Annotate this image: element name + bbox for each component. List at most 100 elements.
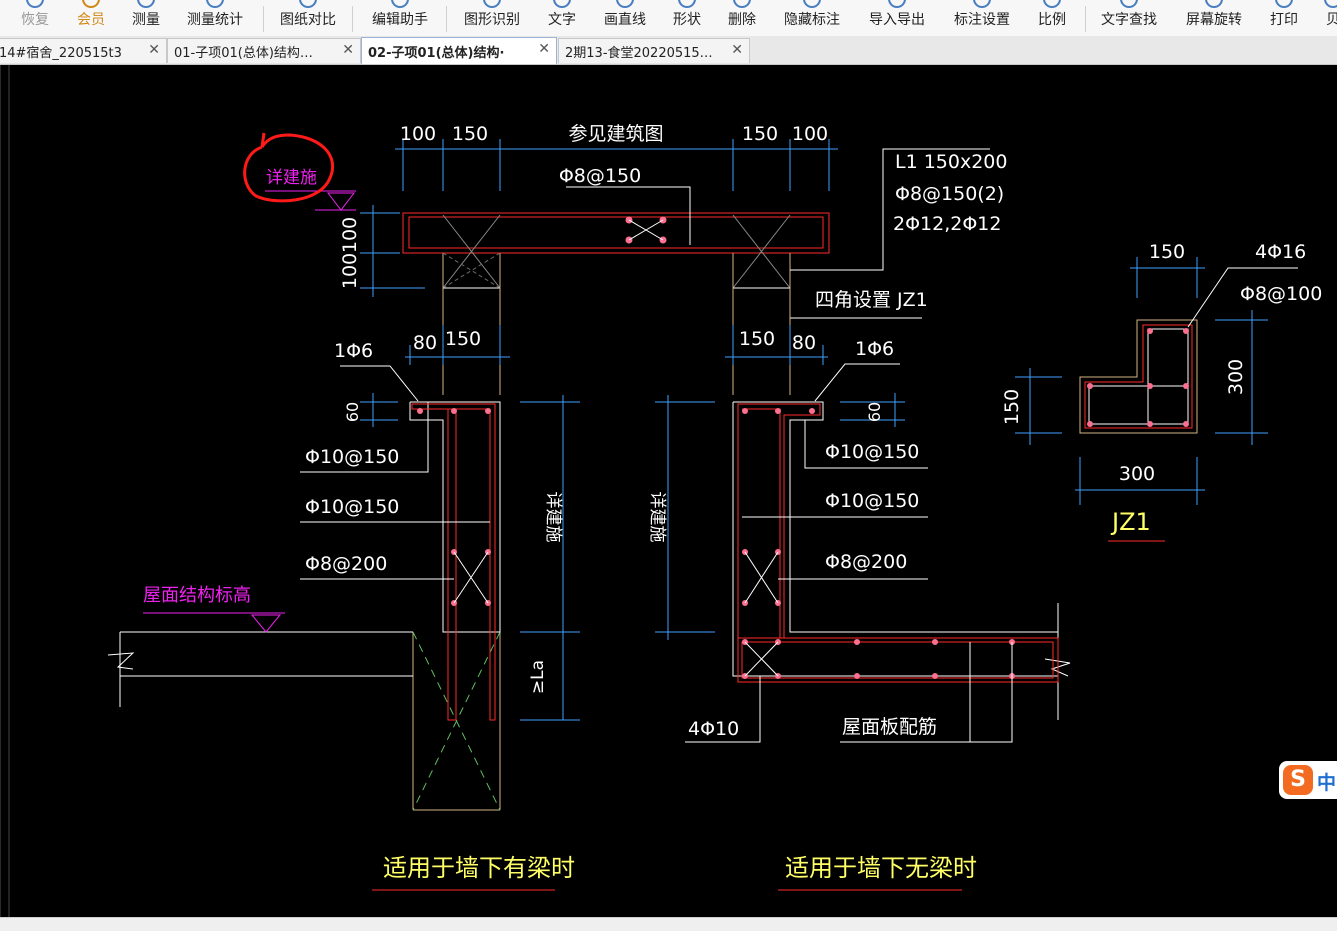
toolbar-button-label: 图纸对比: [280, 12, 336, 28]
drawing-canvas[interactable]: 100 150 参见建筑图 150 100 Φ8@150 L1 150x200 …: [0, 65, 1337, 917]
toolbar-separator: [352, 6, 353, 32]
redo-icon: [26, 0, 44, 8]
toolbar-button-import-export[interactable]: 导入导出: [861, 0, 933, 36]
toolbar-button-label: 文字: [548, 12, 576, 28]
document-tab-bar: 14#宿舍_220515t3 ✕ 01-子项01(总体)结构… ✕ 02-子项01(总体…: [0, 36, 1337, 65]
right-rebar-label-1: Φ10@150: [825, 441, 919, 463]
print-icon: [1275, 0, 1293, 8]
left-dim-100-upper: 100: [339, 217, 361, 253]
left-rebar-label-2: Φ10@150: [305, 496, 399, 518]
left-dim-100-lower: 100: [339, 253, 361, 289]
more-icon: [1324, 0, 1337, 8]
jz1-dim-bottom: 300: [1119, 463, 1155, 485]
top-dim-100-left: 100: [400, 123, 436, 145]
toolbar-button-measure[interactable]: 测量: [110, 0, 182, 36]
mid-dim-80-right: 80: [792, 332, 816, 354]
toolbar-button-compare[interactable]: 图纸对比: [272, 0, 344, 36]
toolbar-button-label: 编辑助手: [372, 12, 428, 28]
right-rebar-label-2: Φ10@150: [825, 490, 919, 512]
top-dim-150-right: 150: [742, 123, 778, 145]
toolbar-button-measure-stats[interactable]: 测量统计: [179, 0, 251, 36]
top-toolbar: 恢复 会员 测量 测量统计 图纸对比 编辑助手 图形识别 文字 画直线 形状 删除 隐藏标注 导入导出 标…: [0, 0, 1337, 37]
document-tab[interactable]: 14#宿舍_220515t3 ✕: [0, 38, 167, 63]
document-tab[interactable]: 01-子项01(总体)结构… ✕: [167, 38, 361, 63]
shape-recognize-icon: [483, 0, 501, 8]
compare-icon: [299, 0, 317, 8]
scale-icon: [1043, 0, 1061, 8]
beam-label-line2: Φ8@150(2): [895, 183, 1004, 205]
dim-60-left-text: 60: [343, 402, 362, 422]
top-dim-150-left: 150: [452, 123, 488, 145]
toolbar-button-label: 文字查找: [1101, 12, 1157, 28]
mid-dim-150-right: 150: [739, 328, 775, 350]
toolbar-button-label: 恢复: [21, 12, 49, 28]
right-rebar-label-3: Φ8@200: [825, 551, 907, 573]
toolbar-button-delete[interactable]: 删除: [706, 0, 778, 36]
bar-1phi6-left: 1Φ6: [334, 340, 373, 362]
toolbar-button-label: 贝: [1326, 12, 1337, 28]
toolbar-button-label: 导入导出: [869, 12, 925, 28]
document-tab[interactable]: 02-子项01(总体)结构· ✕: [361, 37, 557, 64]
tab-label: 2期13-食堂20220515…: [565, 45, 713, 61]
hide-annotation-icon: [803, 0, 821, 8]
line-icon: [616, 0, 634, 8]
toolbar-button-label: 屏幕旋转: [1186, 12, 1242, 28]
caption-right: 适用于墙下无梁时: [785, 854, 977, 882]
toolbar-button-text[interactable]: 文字: [526, 0, 598, 36]
toolbar-button-hide-annotation[interactable]: 隐藏标注: [776, 0, 848, 36]
shape-icon: [678, 0, 696, 8]
left-rebar-label-1: Φ10@150: [305, 446, 399, 468]
text-search-icon: [1120, 0, 1138, 8]
top-rebar-label: Φ8@150: [559, 165, 641, 187]
vip-icon: [82, 0, 100, 8]
toolbar-button-label: 打印: [1270, 12, 1298, 28]
toolbar-button-label: 删除: [728, 12, 756, 28]
tab-label: 14#宿舍_220515t3: [0, 45, 122, 61]
jz1-title: JZ1: [1110, 508, 1151, 536]
toolbar-button-rotate[interactable]: 屏幕旋转: [1178, 0, 1250, 36]
cad-drawing[interactable]: 100 150 参见建筑图 150 100 Φ8@150 L1 150x200 …: [0, 65, 1337, 917]
tab-close-icon[interactable]: ✕: [538, 41, 550, 57]
toolbar-button-edit-helper[interactable]: 编辑助手: [364, 0, 436, 36]
toolbar-button-label: 隐藏标注: [784, 12, 840, 28]
toolbar-button-shape-recognize[interactable]: 图形识别: [456, 0, 528, 36]
tab-close-icon[interactable]: ✕: [342, 42, 354, 58]
measure-icon: [137, 0, 155, 8]
edit-helper-icon: [391, 0, 409, 8]
left-vertical-label: 详建施: [543, 492, 563, 543]
jz1-dim-right: 300: [1225, 359, 1247, 395]
tab-close-icon[interactable]: ✕: [148, 42, 160, 58]
handwritten-note-text: 详建施: [266, 168, 317, 188]
toolbar-button-label: 比例: [1038, 12, 1066, 28]
toolbar-separator: [1085, 6, 1086, 32]
toolbar-button-label: 画直线: [604, 12, 646, 28]
measure-stats-icon: [206, 0, 224, 8]
toolbar-button-text-search[interactable]: 文字查找: [1093, 0, 1165, 36]
ime-indicator[interactable]: S 中: [1279, 761, 1337, 799]
toolbar-button-label: 标注设置: [954, 12, 1010, 28]
toolbar-button-label: 测量: [132, 12, 160, 28]
top-dim-see-arch: 参见建筑图: [568, 123, 663, 145]
jz1-dim-top: 150: [1149, 241, 1185, 263]
status-bar: [0, 917, 1337, 931]
roof-level-label: 屋面结构标高: [143, 585, 251, 606]
caption-left: 适用于墙下有梁时: [383, 854, 575, 882]
mid-dim-150-left: 150: [445, 328, 481, 350]
ime-language-label: 中: [1317, 772, 1337, 794]
toolbar-button-label: 图形识别: [464, 12, 520, 28]
tab-label: 01-子项01(总体)结构…: [174, 45, 313, 61]
tab-close-icon[interactable]: ✕: [731, 42, 743, 58]
document-tab[interactable]: 2期13-食堂20220515… ✕: [558, 38, 750, 63]
bottom-bar-label: 4Φ10: [688, 718, 739, 740]
toolbar-button-more[interactable]: 贝: [1297, 0, 1337, 36]
toolbar-button-annotation-settings[interactable]: 标注设置: [946, 0, 1018, 36]
anchorage-label: ≥La: [528, 660, 548, 694]
delete-icon: [733, 0, 751, 8]
toolbar-separator: [446, 6, 447, 32]
jz1-stirrup: Φ8@100: [1240, 283, 1322, 305]
annotation-settings-icon: [973, 0, 991, 8]
top-dim-100-right: 100: [792, 123, 828, 145]
toolbar-button-scale[interactable]: 比例: [1016, 0, 1088, 36]
import-export-icon: [888, 0, 906, 8]
bar-1phi6-right: 1Φ6: [855, 338, 894, 360]
